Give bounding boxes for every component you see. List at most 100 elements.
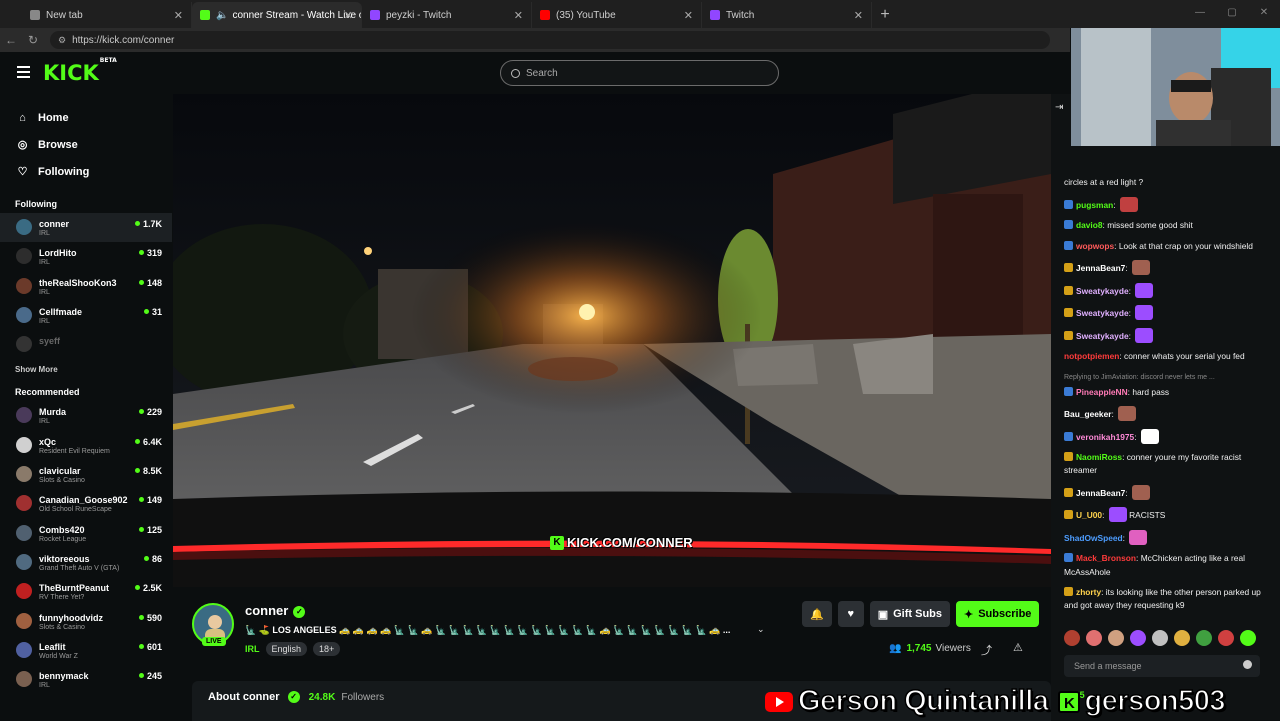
show-more-button[interactable]: Show More bbox=[0, 365, 172, 374]
chat-username[interactable]: NaomiRoss bbox=[1076, 452, 1122, 462]
minimize-icon[interactable]: — bbox=[1184, 0, 1216, 26]
back-icon[interactable]: ← bbox=[0, 33, 22, 47]
sidebar-channel[interactable]: TheBurntPeanut RV There Yet? 2.5K bbox=[0, 577, 172, 606]
chat-message[interactable]: zhorty: its looking like the other perso… bbox=[1064, 586, 1274, 612]
chat-message[interactable]: JennaBean7: bbox=[1064, 260, 1274, 275]
report-icon[interactable]: ⚠ bbox=[1013, 641, 1023, 654]
subscribe-button[interactable]: ✦ Subscribe bbox=[956, 601, 1040, 627]
nav-home[interactable]: ⌂ Home bbox=[16, 104, 172, 131]
chat-username[interactable]: veronikah1975 bbox=[1076, 432, 1134, 442]
close-window-icon[interactable]: ✕ bbox=[1248, 0, 1280, 26]
url-field[interactable]: ⚙ https://kick.com/conner bbox=[50, 31, 1050, 49]
emoji-icon[interactable] bbox=[1243, 660, 1252, 669]
emote-icon[interactable] bbox=[1064, 630, 1080, 646]
collapse-chat-icon[interactable]: ⇥ bbox=[1055, 102, 1063, 113]
chat-username[interactable]: JennaBean7 bbox=[1076, 263, 1125, 273]
search-input[interactable]: Search bbox=[500, 60, 779, 86]
emote-icon[interactable] bbox=[1240, 630, 1256, 646]
sidebar-channel[interactable]: Leaflit World War Z 601 bbox=[0, 636, 172, 665]
sidebar-channel[interactable]: Cellfmade IRL 31 bbox=[0, 301, 172, 330]
sidebar-channel[interactable]: Canadian_Goose902 Old School RuneScape 149 bbox=[0, 489, 172, 518]
tag-mature[interactable]: 18+ bbox=[313, 642, 341, 656]
chat-message[interactable]: Replying to JimAviation: discord never l… bbox=[1064, 371, 1274, 399]
site-info-icon[interactable]: ⚙ bbox=[58, 35, 66, 46]
emote-icon[interactable] bbox=[1218, 630, 1234, 646]
follow-button[interactable]: ♥ bbox=[837, 601, 864, 627]
sidebar-channel[interactable]: viktoreeous Grand Theft Auto V (GTA) 86 bbox=[0, 548, 172, 577]
menu-icon[interactable] bbox=[17, 66, 30, 78]
emote-icon[interactable] bbox=[1130, 630, 1146, 646]
chat-message[interactable]: wopwops: Look at that crap on your winds… bbox=[1064, 240, 1274, 253]
chat-message[interactable]: Bau_geeker: bbox=[1064, 406, 1274, 422]
new-tab-button[interactable]: + bbox=[872, 2, 898, 28]
chat-message[interactable]: Mack_Bronson: McChicken acting like a re… bbox=[1064, 552, 1274, 578]
emote-icon[interactable] bbox=[1108, 630, 1124, 646]
chat-message[interactable]: veronikah1975: bbox=[1064, 428, 1274, 444]
chat-username[interactable]: Sweatykayde bbox=[1076, 331, 1129, 341]
chat-username[interactable]: zhorty bbox=[1076, 587, 1101, 597]
sidebar-channel[interactable]: funnyhoodvidz Slots & Casino 590 bbox=[0, 607, 172, 636]
sidebar-channel[interactable]: LordHito IRL 319 bbox=[0, 242, 172, 271]
chat-message[interactable]: JennaBean7: bbox=[1064, 484, 1274, 500]
reload-icon[interactable]: ↻ bbox=[22, 33, 44, 47]
sidebar-channel[interactable]: bennymack IRL 245 bbox=[0, 665, 172, 694]
chat-username[interactable]: ShadOwSpeed bbox=[1064, 533, 1123, 543]
browser-tab[interactable]: 🔈 conner Stream - Watch Live o ✕ bbox=[192, 2, 362, 28]
close-tab-icon[interactable]: ✕ bbox=[854, 9, 863, 22]
emote-icon[interactable] bbox=[1174, 630, 1190, 646]
chat-message[interactable]: ShadOwSpeed: bbox=[1064, 529, 1274, 545]
close-tab-icon[interactable]: ✕ bbox=[344, 9, 353, 22]
browser-tab[interactable]: New tab ✕ bbox=[22, 2, 192, 28]
sidebar-channel[interactable]: theRealShooKon3 IRL 148 bbox=[0, 272, 172, 301]
chat-message[interactable]: davio8: missed some good shit bbox=[1064, 219, 1274, 232]
notification-bell-button[interactable]: 🔔 bbox=[802, 601, 832, 627]
chat-username[interactable]: U_U00 bbox=[1076, 510, 1102, 520]
sidebar-channel[interactable]: clavicular Slots & Casino 8.5K bbox=[0, 460, 172, 489]
emote-icon[interactable] bbox=[1152, 630, 1168, 646]
chevron-down-icon[interactable]: ⌄ bbox=[757, 624, 765, 635]
emote-icon[interactable] bbox=[1086, 630, 1102, 646]
gift-subs-button[interactable]: ▣ Gift Subs bbox=[869, 601, 950, 627]
sidebar-channel[interactable]: syeff bbox=[0, 330, 172, 359]
browser-tab[interactable]: peyzki - Twitch ✕ bbox=[362, 2, 532, 28]
chat-username[interactable]: pugsman bbox=[1076, 200, 1113, 210]
video-player[interactable]: K KICK.COM/CONNER bbox=[173, 94, 1051, 587]
browser-tab[interactable]: Twitch ✕ bbox=[702, 2, 872, 28]
chat-username[interactable]: wopwops bbox=[1076, 241, 1114, 251]
tag-language[interactable]: English bbox=[265, 642, 308, 656]
nav-browse[interactable]: ◎ Browse bbox=[16, 131, 172, 158]
share-icon[interactable]: ⤴ bbox=[981, 642, 992, 658]
sidebar-channel[interactable]: Combs420 Rocket League 125 bbox=[0, 519, 172, 548]
chat-username[interactable]: davio8 bbox=[1076, 220, 1103, 230]
chat-message[interactable]: Sweatykayde: bbox=[1064, 282, 1274, 298]
sidebar-channel[interactable]: Murda IRL 229 bbox=[0, 401, 172, 430]
chat-username[interactable]: notpotpiemen bbox=[1064, 351, 1119, 361]
chat-username[interactable]: JennaBean7 bbox=[1076, 488, 1125, 498]
chat-message[interactable]: circles at a red light ? bbox=[1064, 176, 1274, 189]
chat-message[interactable]: Sweatykayde: bbox=[1064, 305, 1274, 320]
chat-message[interactable]: pugsman: bbox=[1064, 196, 1274, 212]
chat-message[interactable]: NaomiRoss: conner youre my favorite raci… bbox=[1064, 451, 1274, 477]
chat-username[interactable]: PineappleNN bbox=[1076, 387, 1128, 397]
chat-username[interactable]: Mack_Bronson bbox=[1076, 553, 1136, 563]
sidebar-channel[interactable]: xQc Resident Evil Requiem 6.4K bbox=[0, 431, 172, 460]
close-tab-icon[interactable]: ✕ bbox=[684, 9, 693, 22]
streamer-name[interactable]: conner ✓ bbox=[245, 603, 306, 618]
close-tab-icon[interactable]: ✕ bbox=[514, 9, 523, 22]
chat-username[interactable]: Bau_geeker bbox=[1064, 409, 1112, 419]
nav-following[interactable]: ♡ Following bbox=[16, 158, 172, 185]
chat-input[interactable]: Send a message bbox=[1064, 655, 1260, 677]
close-tab-icon[interactable]: ✕ bbox=[174, 9, 183, 22]
sidebar-channel[interactable]: conner IRL 1.7K bbox=[0, 213, 172, 243]
kick-logo[interactable]: KICKBETA bbox=[43, 57, 117, 85]
emote-icon[interactable] bbox=[1196, 630, 1212, 646]
speaker-icon[interactable]: 🔈 bbox=[216, 10, 228, 21]
chat-username[interactable]: Sweatykayde bbox=[1076, 286, 1129, 296]
chat-username[interactable]: Sweatykayde bbox=[1076, 308, 1129, 318]
stream-category[interactable]: IRL bbox=[245, 644, 260, 654]
chat-message[interactable]: notpotpiemen: conner whats your serial y… bbox=[1064, 350, 1274, 363]
chat-message[interactable]: U_U00: RACISTS bbox=[1064, 507, 1274, 523]
chat-message[interactable]: Sweatykayde: bbox=[1064, 327, 1274, 343]
browser-tab[interactable]: (35) YouTube ✕ bbox=[532, 2, 702, 28]
maximize-icon[interactable]: ▢ bbox=[1216, 0, 1248, 26]
